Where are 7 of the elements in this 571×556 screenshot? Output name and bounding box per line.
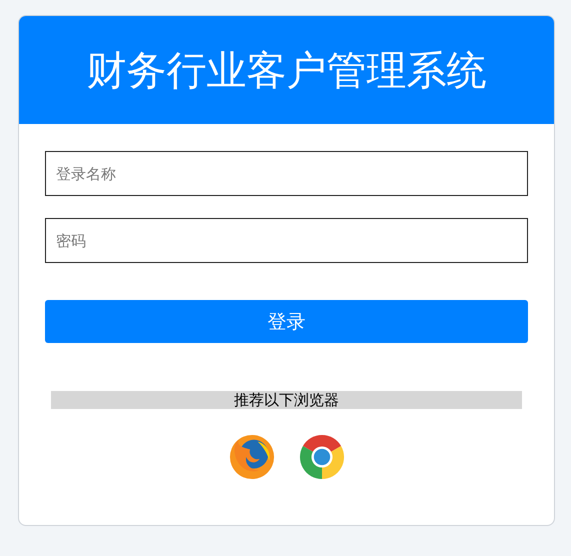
browser-recommendation: 推荐以下浏览器 [51, 391, 522, 409]
username-field[interactable]: 登录名称 [45, 151, 528, 196]
password-field[interactable]: 密码 [45, 218, 528, 263]
system-title: 财务行业客户管理系统 [86, 46, 486, 96]
firefox-icon[interactable] [228, 434, 274, 480]
login-button[interactable]: 登录 [45, 300, 528, 343]
chrome-icon[interactable] [298, 434, 344, 480]
